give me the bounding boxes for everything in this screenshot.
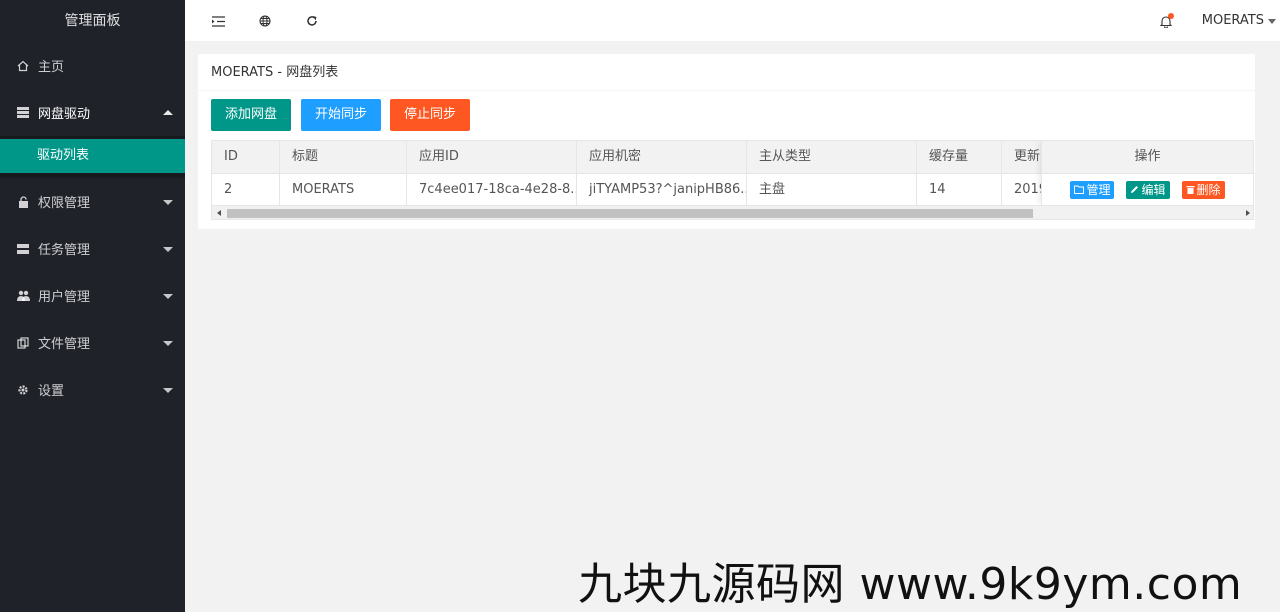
column-header: 主从类型 [747, 141, 917, 173]
column-header: 应用机密 [577, 141, 747, 173]
sidebar-submenu: 驱动列表 [0, 136, 185, 178]
caret-down-icon [1268, 19, 1276, 24]
trash-icon [1186, 181, 1195, 199]
globe-icon[interactable] [257, 13, 273, 29]
column-header: 标题 [280, 141, 407, 173]
top-header: MOERATS [185, 0, 1280, 42]
sidebar-title: 管理面板 [64, 13, 121, 29]
lock-icon [16, 195, 30, 209]
sidebar-item-users[interactable]: 用户管理 [0, 272, 185, 319]
column-header: 缓存量 [917, 141, 1002, 173]
column-header: 应用ID [407, 141, 577, 173]
username: MOERATS [1201, 13, 1264, 28]
sidebar-item-label: 设置 [38, 384, 65, 399]
stop-sync-button[interactable]: 停止同步 [390, 99, 471, 131]
sidebar-item-label: 用户管理 [38, 290, 91, 305]
edit-button[interactable]: 编辑 [1126, 180, 1170, 199]
chevron-down-icon [163, 246, 173, 252]
notification-dot [1168, 13, 1174, 19]
chevron-down-icon [163, 199, 173, 205]
edit-label: 编辑 [1141, 182, 1166, 197]
manage-button[interactable]: 管理 [1070, 180, 1115, 199]
scroll-right-arrow-icon[interactable] [1246, 210, 1250, 216]
chevron-down-icon [163, 387, 173, 393]
delete-button[interactable]: 删除 [1181, 180, 1225, 199]
home-icon [16, 59, 30, 73]
cell-type: 主盘 [747, 174, 917, 206]
sidebar-item-label: 网盘驱动 [38, 107, 91, 122]
card-title: MOERATS - 网盘列表 [198, 54, 1255, 91]
drive-table: ID 标题 应用ID 应用机密 主从类型 缓存量 更新时 2 MOERATS 7… [211, 140, 1254, 220]
sidebar-item-files[interactable]: 文件管理 [0, 319, 185, 366]
cell-id: 2 [212, 174, 280, 206]
cell-cache: 14 [917, 174, 1002, 206]
drive-list-card: MOERATS - 网盘列表 添加网盘 开始同步 停止同步 ID 标题 应用ID… [198, 54, 1255, 229]
cell-app-id: 7c4ee017-18ca-4e28-8... [407, 174, 577, 206]
column-header: ID [212, 141, 280, 173]
user-menu[interactable]: MOERATS [1202, 0, 1276, 42]
cell-app-secret: jiTYAMP53?^janipHB86... [577, 174, 747, 206]
start-sync-button[interactable]: 开始同步 [301, 99, 382, 131]
sidebar-item-drives[interactable]: 网盘驱动 [0, 89, 185, 136]
sidebar-item-home[interactable]: 主页 [0, 42, 185, 89]
server-icon [16, 242, 30, 256]
chevron-down-icon [163, 293, 173, 299]
users-icon [16, 289, 30, 303]
sidebar-item-settings[interactable]: 设置 [0, 366, 185, 413]
gear-icon [16, 383, 30, 397]
sidebar: 管理面板 主页 网盘驱动 驱动列表 权限管理 任务管理 用户管理 文件管理 设置 [0, 0, 185, 612]
sidebar-item-tasks[interactable]: 任务管理 [0, 225, 185, 272]
actions-column: 操作 管理 编辑 删除 [1041, 141, 1253, 205]
chevron-down-icon [163, 340, 173, 346]
folder-icon [1074, 181, 1085, 199]
column-header: 操作 [1042, 141, 1253, 173]
watermark: 九块九源码网 www.9k9ym.com [578, 559, 1243, 610]
sidebar-item-label: 主页 [38, 60, 65, 75]
delete-label: 删除 [1196, 182, 1221, 197]
scroll-left-arrow-icon[interactable] [217, 210, 221, 216]
menu-fold-icon[interactable] [210, 13, 226, 29]
sidebar-item-permissions[interactable]: 权限管理 [0, 178, 185, 225]
horizontal-scrollbar[interactable] [212, 205, 1253, 219]
refresh-icon[interactable] [304, 13, 320, 29]
sidebar-item-label: 文件管理 [38, 337, 91, 352]
list-icon [16, 106, 30, 120]
sidebar-item-label: 权限管理 [38, 196, 91, 211]
pencil-icon [1130, 181, 1139, 199]
row-actions: 管理 编辑 删除 [1042, 173, 1253, 205]
sidebar-item-label: 任务管理 [38, 243, 91, 258]
cell-title: MOERATS [280, 174, 407, 206]
chevron-up-icon [163, 109, 173, 115]
scrollbar-thumb[interactable] [227, 209, 1033, 218]
add-drive-button[interactable]: 添加网盘 [211, 99, 292, 131]
file-icon [16, 336, 30, 350]
manage-label: 管理 [1086, 182, 1111, 197]
sidebar-subitem-drive-list[interactable]: 驱动列表 [0, 139, 185, 173]
bell-icon[interactable] [1158, 13, 1174, 29]
